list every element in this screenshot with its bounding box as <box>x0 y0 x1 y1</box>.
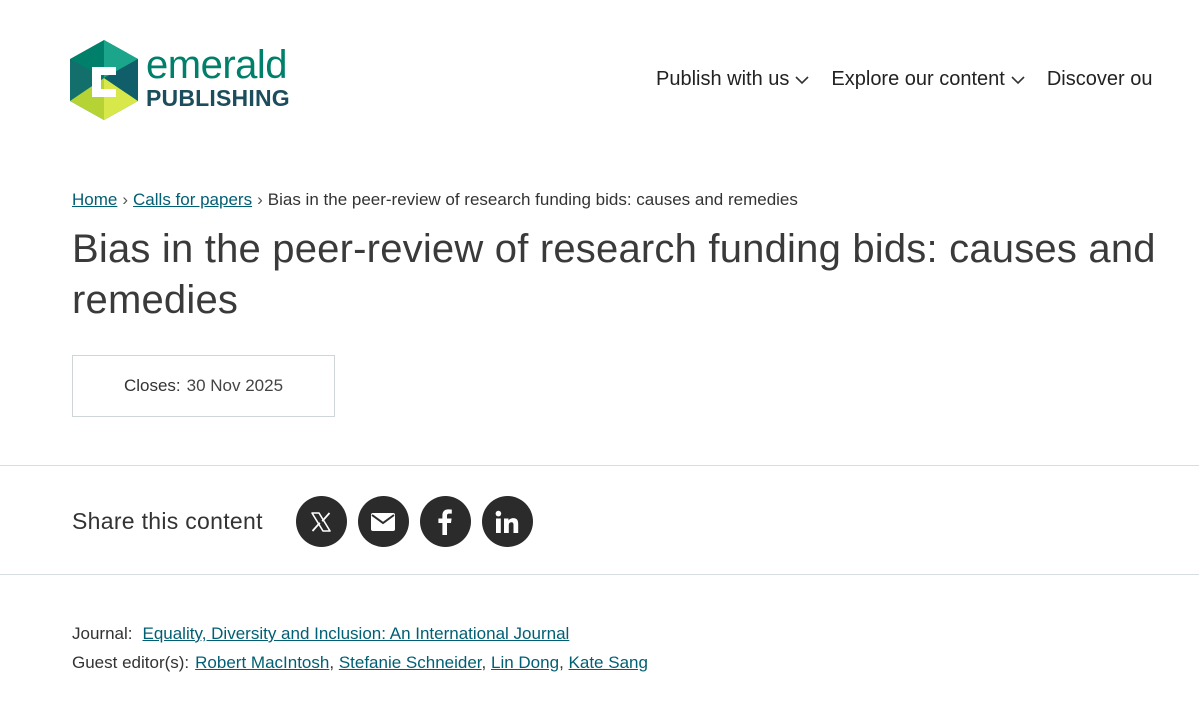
chevron-down-icon <box>1011 75 1025 84</box>
editor-separator: , <box>559 653 564 672</box>
x-icon <box>311 511 332 532</box>
breadcrumb-separator: › <box>122 190 129 209</box>
journal-row: Journal: Equality, Diversity and Inclusio… <box>72 619 648 648</box>
brand-subtitle: PUBLISHING <box>146 84 290 111</box>
emerald-logo[interactable]: emerald PUBLISHING <box>70 40 290 120</box>
guest-editors-row: Guest editor(s): Robert MacIntosh, Stefan… <box>72 648 648 677</box>
closing-date-box: Closes: 30 Nov 2025 <box>72 355 335 417</box>
call-details: Journal: Equality, Diversity and Inclusio… <box>72 619 648 677</box>
nav-item-publish[interactable]: Publish with us <box>656 68 809 91</box>
share-facebook-button[interactable] <box>419 496 471 547</box>
share-linkedin-button[interactable] <box>481 496 533 547</box>
closes-label: Closes: <box>123 376 181 395</box>
breadcrumb: Home › Calls for papers › Bias in the peer-r… <box>72 190 798 210</box>
divider <box>0 574 1199 575</box>
page-title: Bias in the peer-review of research fund… <box>72 227 1156 322</box>
brand-name: emerald <box>146 42 288 87</box>
guest-editor-link[interactable]: Lin Dong <box>491 653 559 672</box>
share-label: Share this content <box>72 508 263 534</box>
share-x-button[interactable] <box>295 496 347 547</box>
nav-item-label: Discover ou <box>1046 68 1153 90</box>
guest-editor-link[interactable]: Stefanie Schneider <box>339 653 482 672</box>
guest-editors-label: Guest editor(s): <box>72 653 190 672</box>
journal-label: Journal: <box>72 624 133 643</box>
site-header: emerald PUBLISHING Publish with us Explo… <box>0 0 1199 160</box>
guest-editor-link[interactable]: Robert MacIntosh <box>195 653 329 672</box>
emerald-logo-mark-icon <box>70 40 138 120</box>
guest-editor-link[interactable]: Kate Sang <box>569 653 648 672</box>
nav-item-label: Publish with us <box>656 68 790 90</box>
journal-link[interactable]: Equality, Diversity and Inclusion: An In… <box>142 624 569 643</box>
linkedin-icon <box>495 510 519 533</box>
breadcrumb-separator: › <box>257 190 263 209</box>
nav-item-label: Explore our content <box>831 68 1005 90</box>
facebook-icon <box>438 508 453 535</box>
editor-separator: , <box>481 653 487 672</box>
breadcrumb-calls-link[interactable]: Calls for papers <box>133 190 252 209</box>
nav-item-discover[interactable]: Discover ou <box>1047 68 1153 91</box>
share-email-button[interactable] <box>357 496 409 547</box>
nav-item-explore[interactable]: Explore our content <box>831 68 1025 91</box>
closes-date: 30 Nov 2025 <box>186 376 284 395</box>
editor-separator: , <box>329 653 335 672</box>
breadcrumb-current: Bias in the peer-review of research fund… <box>267 190 798 209</box>
chevron-down-icon <box>795 75 809 84</box>
breadcrumb-home-link[interactable]: Home <box>72 190 117 209</box>
divider <box>0 465 1199 466</box>
share-bar: Share this content <box>72 496 544 547</box>
main-nav: Publish with us Explore our content Disc… <box>656 68 1174 91</box>
email-icon <box>371 512 396 531</box>
